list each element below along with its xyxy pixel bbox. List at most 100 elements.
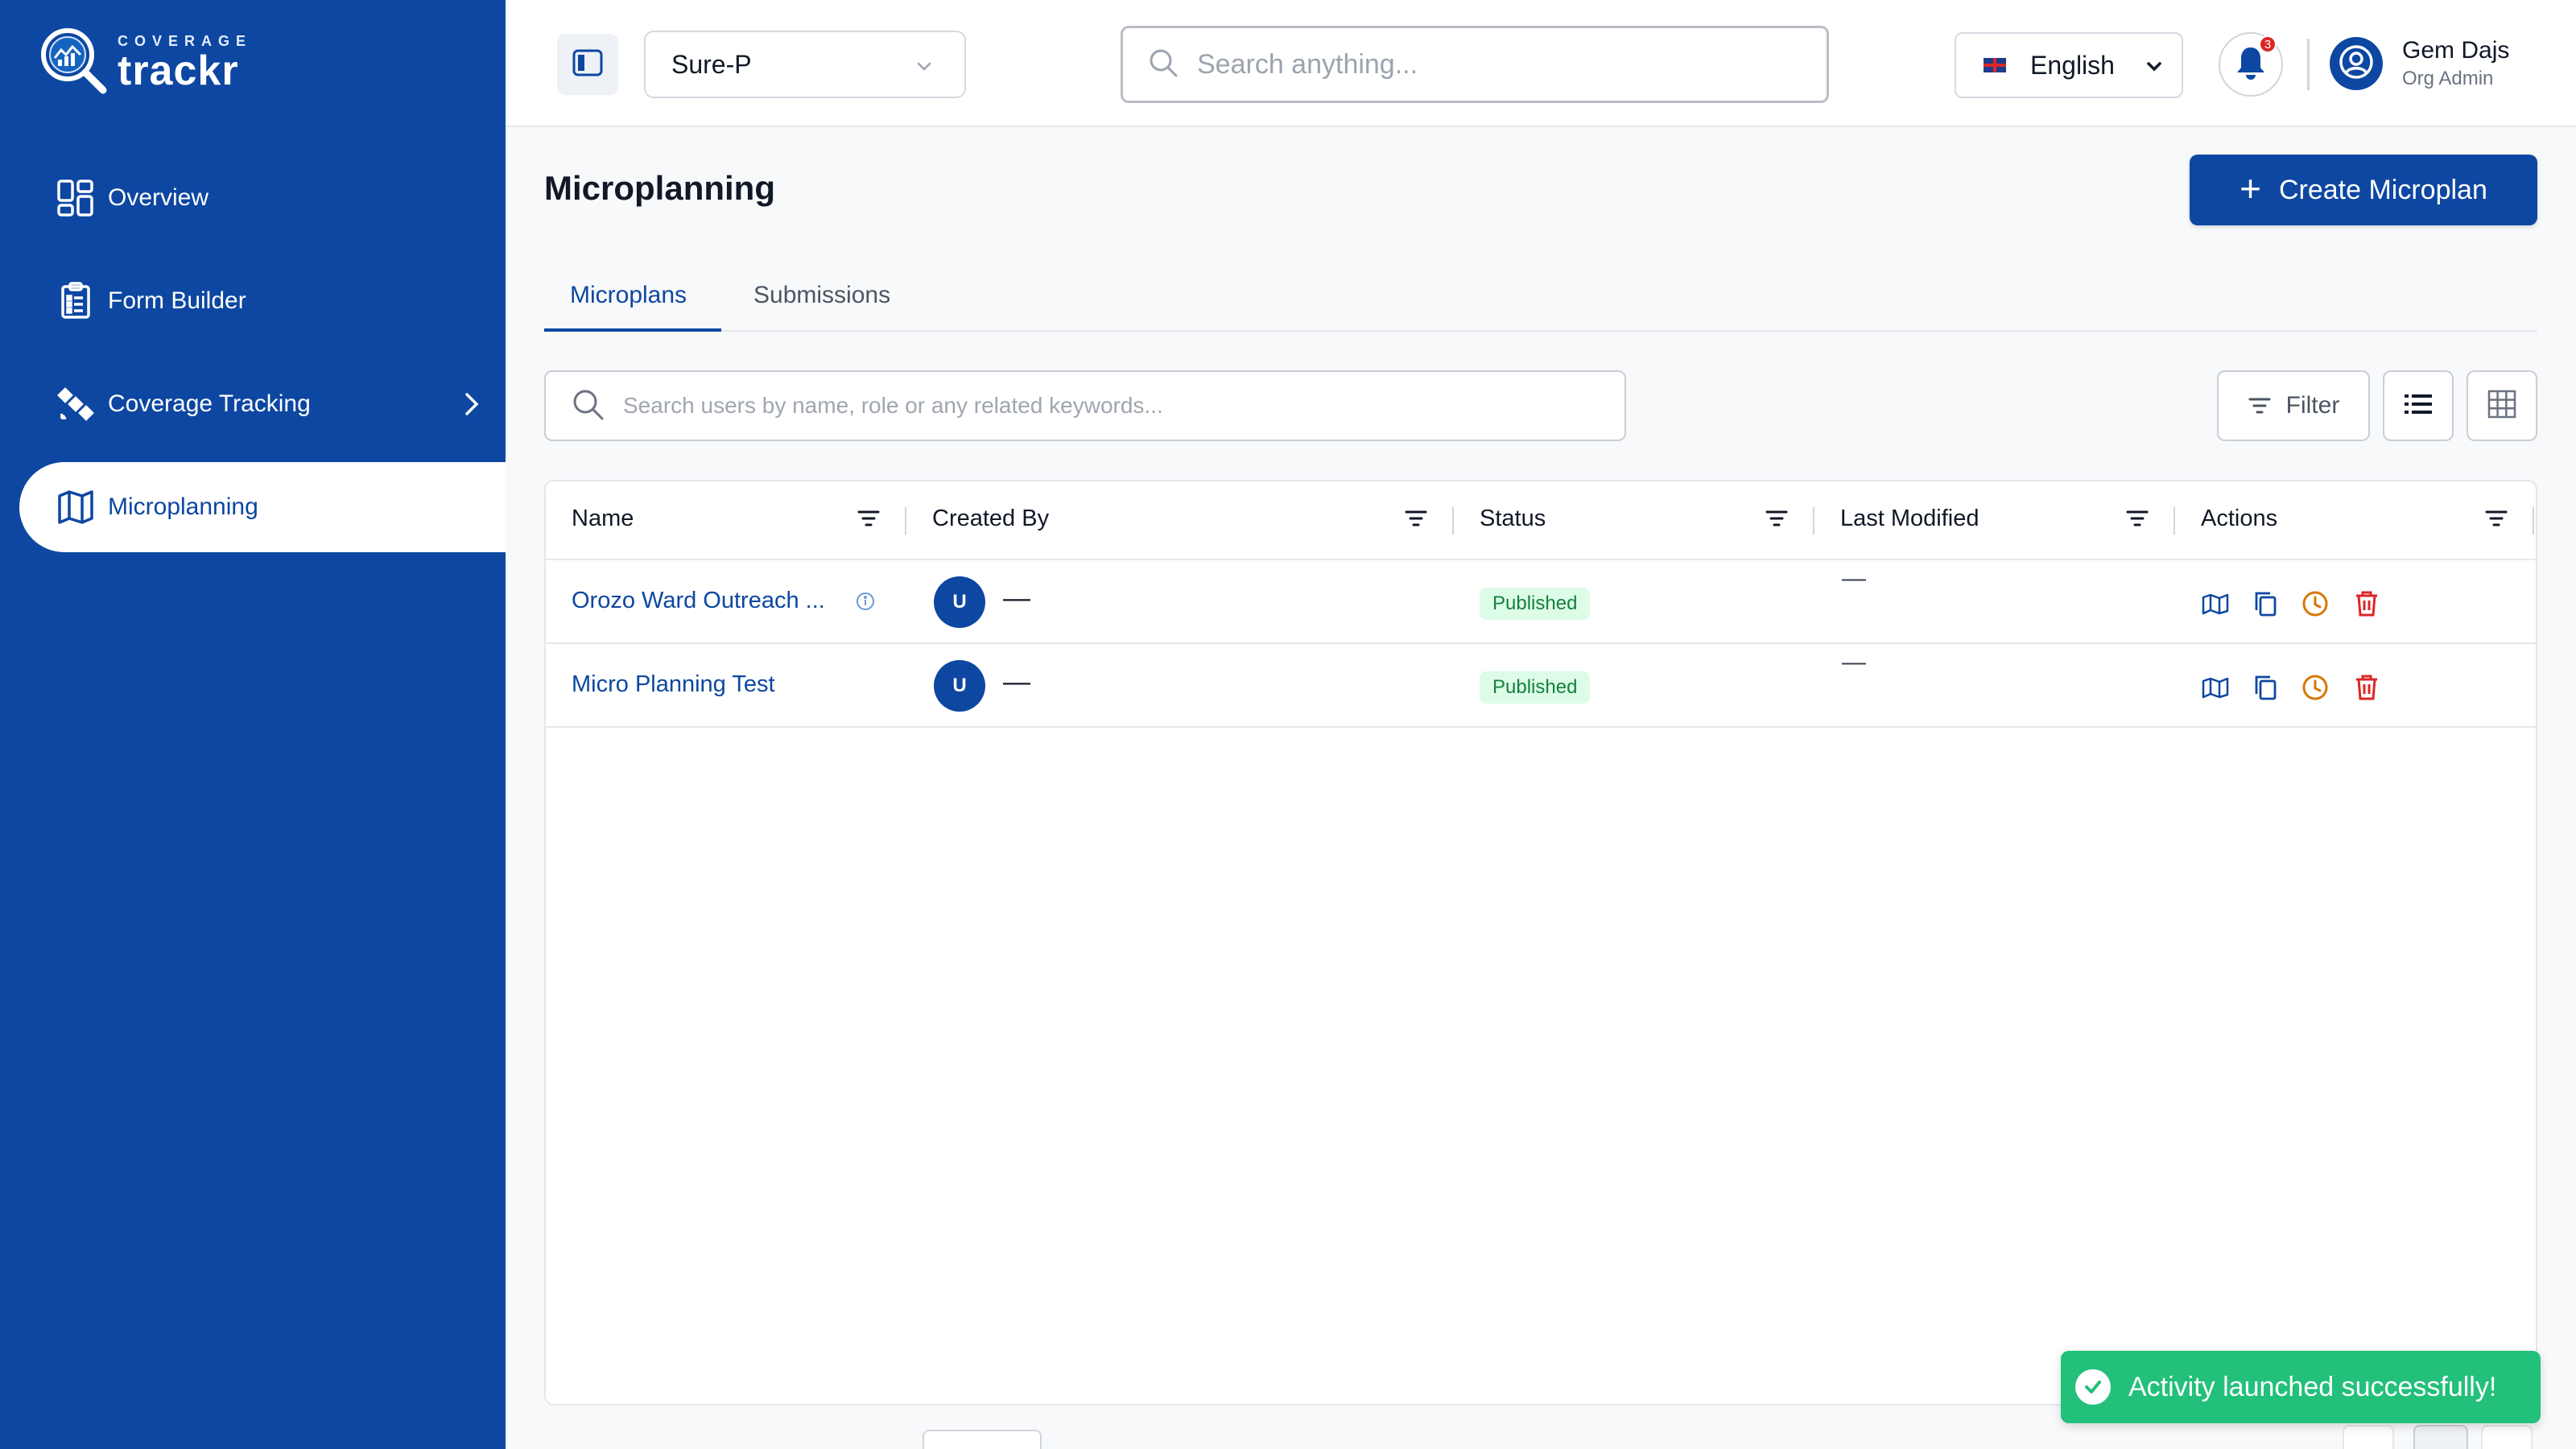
column-filter-icon[interactable]	[2484, 509, 2508, 532]
notification-count-badge: 3	[2259, 35, 2277, 53]
created-by-value: —	[1003, 667, 1030, 697]
column-divider	[905, 507, 906, 535]
user-circle-icon	[2338, 43, 2375, 85]
header-divider	[2307, 39, 2310, 90]
microplan-name-link[interactable]: Micro Planning Test	[572, 671, 775, 698]
view-map-icon[interactable]	[2199, 671, 2231, 704]
dashboard-grid-icon	[56, 179, 95, 217]
last-modified-value: —	[1842, 649, 1866, 675]
top-header: Sure-P English 3 Gem Daj	[506, 0, 2576, 127]
active-tab-indicator	[544, 328, 721, 332]
create-microplan-label: Create Microplan	[2278, 174, 2487, 205]
view-map-icon[interactable]	[2199, 588, 2231, 620]
sidebar-item-label: Coverage Tracking	[108, 390, 311, 417]
user-name[interactable]: Gem Dajs	[2402, 37, 2509, 64]
status-badge: Published	[1480, 588, 1591, 620]
microplan-name-link[interactable]: Orozo Ward Outreach ...	[572, 588, 825, 614]
user-avatar[interactable]	[2330, 37, 2383, 90]
plus-icon: +	[2240, 167, 2261, 209]
column-filter-icon[interactable]	[2125, 509, 2149, 532]
clipboard-form-icon	[56, 282, 95, 320]
column-header-created-by: Created By	[932, 506, 1050, 531]
creator-avatar: U	[934, 576, 985, 628]
global-search-box[interactable]	[1121, 26, 1829, 103]
column-filter-icon[interactable]	[1765, 509, 1789, 532]
column-header-actions: Actions	[2201, 506, 2278, 531]
chevron-right-icon	[462, 388, 481, 427]
page-title: Microplanning	[544, 169, 775, 207]
success-toast[interactable]: Activity launched successfully!	[2061, 1351, 2541, 1423]
microplans-table: Name Created By Status Last Modified Act…	[544, 480, 2537, 1406]
uk-flag-icon	[1984, 58, 2006, 72]
column-divider	[1452, 507, 1454, 535]
clock-icon[interactable]	[2299, 671, 2331, 704]
brand-logo[interactable]: COVERAGE trackr	[39, 26, 252, 98]
table-row[interactable]: Orozo Ward Outreach ... U — Published —	[546, 560, 2536, 644]
filter-icon	[2248, 396, 2272, 415]
search-icon	[1147, 47, 1179, 83]
microplan-search-input[interactable]	[623, 393, 1589, 419]
tab-submissions[interactable]: Submissions	[753, 282, 890, 309]
workspace-name: Sure-P	[671, 49, 752, 79]
table-header: Name Created By Status Last Modified Act…	[546, 481, 2536, 560]
sidebar-toggle-button[interactable]	[557, 34, 618, 95]
table-row[interactable]: Micro Planning Test U — Published —	[546, 644, 2536, 728]
delete-icon[interactable]	[2351, 671, 2383, 704]
sidebar-item-label: Overview	[108, 184, 209, 211]
column-divider	[1813, 507, 1814, 535]
sidebar-item-microplanning[interactable]: Microplanning	[19, 462, 506, 552]
toast-message: Activity launched successfully!	[2128, 1371, 2497, 1402]
column-divider	[2174, 507, 2175, 535]
sidebar-item-label: Form Builder	[108, 287, 246, 314]
info-icon[interactable]	[855, 591, 876, 616]
status-badge: Published	[1480, 671, 1591, 704]
column-filter-icon[interactable]	[1404, 509, 1428, 532]
column-header-status: Status	[1480, 506, 1546, 531]
grid-view-button[interactable]	[2467, 370, 2537, 441]
column-header-last-modified: Last Modified	[1840, 506, 1979, 531]
clock-icon[interactable]	[2299, 588, 2331, 620]
global-search-input[interactable]	[1197, 48, 1793, 80]
filter-button[interactable]: Filter	[2217, 370, 2370, 441]
grid-icon	[2487, 390, 2516, 423]
copy-icon[interactable]	[2249, 671, 2281, 704]
create-microplan-button[interactable]: + Create Microplan	[2190, 155, 2537, 225]
sidebar-item-coverage-tracking[interactable]: Coverage Tracking	[19, 359, 506, 449]
sidebar-item-label: Microplanning	[108, 493, 258, 520]
column-filter-icon[interactable]	[857, 509, 881, 532]
sidebar-toggle-icon	[572, 48, 604, 81]
list-view-button[interactable]	[2383, 370, 2454, 441]
satellite-icon	[56, 385, 95, 423]
user-role: Org Admin	[2402, 68, 2494, 89]
filter-label: Filter	[2285, 392, 2340, 419]
delete-icon[interactable]	[2351, 588, 2383, 620]
pagination-next-button[interactable]	[2481, 1425, 2533, 1449]
microplan-search-box[interactable]	[544, 370, 1626, 441]
tab-bar: Microplans Submissions	[544, 274, 2537, 332]
chevron-down-icon	[913, 55, 935, 85]
sidebar: COVERAGE trackr Overview Form Builder Co…	[0, 0, 506, 1449]
language-label: English	[2030, 50, 2115, 80]
notifications-button[interactable]: 3	[2219, 32, 2283, 97]
rows-per-page-select[interactable]	[923, 1430, 1042, 1449]
map-icon	[56, 488, 95, 526]
workspace-selector[interactable]: Sure-P	[644, 31, 966, 98]
sidebar-nav: Overview Form Builder Coverage Tracking …	[19, 153, 506, 565]
column-divider	[2533, 507, 2534, 535]
tab-microplans[interactable]: Microplans	[570, 282, 687, 309]
list-icon	[2403, 392, 2434, 420]
created-by-value: —	[1003, 583, 1030, 613]
sidebar-item-form-builder[interactable]: Form Builder	[19, 256, 506, 346]
column-header-name: Name	[572, 506, 634, 531]
last-modified-value: —	[1842, 565, 1866, 592]
magnifier-globe-logo-icon	[39, 26, 111, 98]
pagination-prev-button[interactable]	[2343, 1425, 2394, 1449]
pagination-page-button[interactable]	[2413, 1425, 2468, 1449]
creator-avatar: U	[934, 660, 985, 712]
brand-name: trackr	[118, 47, 239, 94]
search-icon	[570, 386, 605, 426]
copy-icon[interactable]	[2249, 588, 2281, 620]
language-selector[interactable]: English	[1955, 32, 2183, 98]
sidebar-item-overview[interactable]: Overview	[19, 153, 506, 243]
chevron-down-icon	[2143, 55, 2165, 85]
